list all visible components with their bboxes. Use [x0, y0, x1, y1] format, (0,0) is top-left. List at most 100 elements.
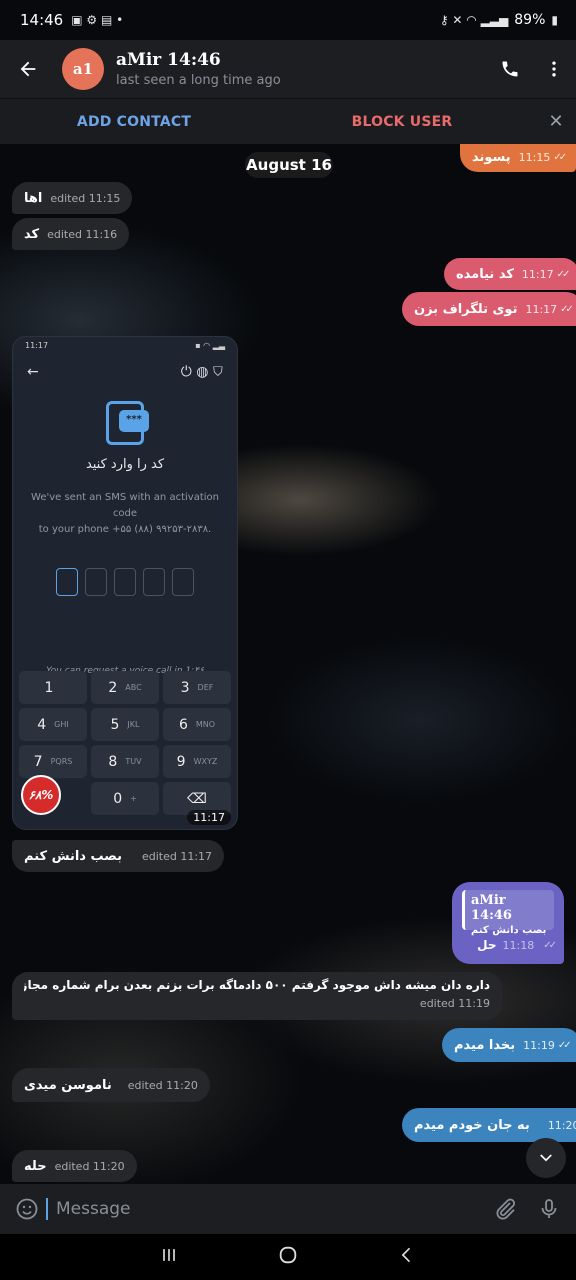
last-seen-status: last seen a long time ago: [116, 73, 281, 88]
key-letters: MNO: [195, 720, 216, 729]
keypad-key: 0 +: [91, 782, 159, 815]
key-digit: 3: [180, 679, 190, 696]
message-time: 11:15: [518, 150, 551, 164]
voice-record-button[interactable]: [534, 1194, 564, 1224]
message-time: 11:17: [525, 302, 558, 316]
battery-icon: ▮: [551, 13, 558, 27]
message-outgoing[interactable]: توی تلگراف بزن 11:17 ✓✓: [402, 292, 576, 326]
keypad-key: 4 GHI: [19, 708, 87, 741]
double-check-icon: ✓✓: [557, 1039, 572, 1051]
key-digit: 6: [178, 716, 188, 733]
key-digit: 1: [44, 679, 54, 696]
code-box: [143, 568, 165, 596]
key-letters: TUV: [125, 757, 142, 766]
sms-phone-icon: ***: [106, 401, 149, 445]
message-outgoing[interactable]: پسوند 11:15 ✓✓: [460, 144, 576, 172]
status-bar: 14:46 ▣ ⚙ ▤ • ⚷ ✕ ◠ ▂▃▅ 89% ▮: [0, 0, 576, 40]
add-contact-button[interactable]: ADD CONTACT: [0, 114, 268, 130]
double-check-icon: ✓✓: [553, 151, 567, 163]
image-status-icons: ▪ ◠ ▂▃: [195, 341, 225, 350]
chevron-down-icon: [540, 1154, 552, 1162]
avatar-initials: a1: [72, 60, 94, 78]
reply-quote[interactable]: aMir 14:46 بصب دانش کنم: [462, 890, 554, 936]
more-vertical-icon: [552, 61, 556, 77]
battery-level: 89%: [514, 12, 546, 28]
emoji-icon: [16, 1198, 38, 1220]
message-time: 11:18: [502, 938, 535, 952]
keypad-key: 7 PQRS: [19, 745, 87, 778]
message-text: ناموسن میدی: [24, 1077, 112, 1093]
recent-apps-button[interactable]: [159, 1245, 179, 1269]
code-box: [85, 568, 107, 596]
double-check-icon: ✓✓: [560, 303, 574, 315]
keypad-key: 1: [19, 671, 87, 704]
contact-action-bar: ADD CONTACT BLOCK USER ✕: [0, 98, 576, 144]
keypad-key: 5 JKL: [91, 708, 159, 741]
key-letters: PQRS: [50, 757, 73, 766]
key-digit: 7: [33, 753, 43, 770]
backspace-icon: ⌫: [187, 790, 207, 807]
call-button[interactable]: [488, 47, 532, 91]
image-description: We've sent an SMS with an activation cod…: [13, 490, 237, 538]
message-incoming[interactable]: اها edited 11:15: [12, 182, 133, 214]
signal-icons: ⚷ ✕ ◠ ▂▃▅: [439, 13, 509, 27]
back-button[interactable]: [2, 43, 54, 95]
phone-icon: [502, 61, 518, 77]
close-icon[interactable]: ✕: [536, 111, 576, 132]
message-text: پسوند: [472, 149, 511, 165]
message-outgoing-reply[interactable]: aMir 14:46 بصب دانش کنم حل 11:18 ✓✓: [452, 882, 564, 964]
more-menu-button[interactable]: [532, 47, 576, 91]
keypad-key: 6 MNO: [163, 708, 231, 741]
chat-title: aMir 14:46: [116, 50, 221, 70]
message-incoming[interactable]: بصب دانش کنم edited 11:17: [12, 840, 225, 872]
image-title: کد را وارد کنید: [85, 457, 165, 472]
key-digit: 2: [108, 679, 118, 696]
chat-header: a1 aMir 14:46 last seen a long time ago: [0, 40, 576, 98]
date-separator: August 16: [245, 152, 333, 178]
message-time: 11:19: [523, 1038, 555, 1052]
message-outgoing[interactable]: کد نیامده 11:17 ✓✓: [444, 258, 576, 290]
message-time: edited 11:16: [47, 227, 118, 241]
key-letters: GHI: [54, 720, 69, 729]
key-letters: JKL: [127, 720, 140, 729]
image-power-globe-shield-icons: ⏻ ◍ ⛉: [180, 364, 223, 380]
nav-back-button[interactable]: [397, 1245, 417, 1269]
message-time: edited 11:15: [50, 191, 121, 205]
image-time: 11:17: [187, 810, 231, 825]
emoji-button[interactable]: [12, 1194, 42, 1224]
image-desc-line: to your phone +۵۵ (۸۸) ۹۹۲۵۳-۲۸۳۸.: [38, 524, 212, 535]
avatar[interactable]: a1: [62, 48, 104, 90]
message-input[interactable]: [48, 1189, 490, 1229]
message-text: به جان خودم میدم: [414, 1117, 530, 1133]
double-check-icon: ✓✓: [543, 939, 557, 951]
message-time: edited 11:20: [54, 1159, 125, 1173]
reply-footer: حل 11:18 ✓✓: [462, 938, 557, 952]
chat-title-area[interactable]: aMir 14:46 last seen a long time ago: [116, 50, 488, 88]
message-list[interactable]: پسوند 11:15 ✓✓ August 16 اها edited 11:1…: [0, 144, 576, 1184]
message-incoming[interactable]: حله edited 11:20: [12, 1150, 137, 1182]
scroll-down-button[interactable]: [526, 1138, 566, 1178]
image-desc-line: We've sent an SMS with an activation cod…: [31, 492, 219, 519]
image-toolbar: ← ⏻ ◍ ⛉: [13, 355, 237, 389]
nav-back-icon: [401, 1247, 411, 1263]
message-text: کد نیامده: [456, 266, 514, 282]
home-button[interactable]: [277, 1244, 299, 1270]
message-time: edited 11:19: [419, 997, 490, 1010]
code-box: [172, 568, 194, 596]
message-incoming[interactable]: کد edited 11:16: [12, 218, 130, 250]
microphone-icon: [541, 1199, 557, 1218]
status-time: 14:46: [20, 11, 64, 29]
message-outgoing[interactable]: به جان خودم میدم 11:20 ✓✓: [402, 1108, 576, 1142]
attach-button[interactable]: [490, 1194, 520, 1224]
keypad-key: 3 DEF: [163, 671, 231, 704]
keypad-key: 9 WXYZ: [163, 745, 231, 778]
image-message[interactable]: 11:17 ▪ ◠ ▂▃ ← ⏻ ◍ ⛉ *** کد را وارد کنید…: [12, 336, 238, 830]
keypad-key: 2 ABC: [91, 671, 159, 704]
block-user-button[interactable]: BLOCK USER: [268, 114, 536, 130]
recent-apps-icon: [163, 1249, 175, 1261]
reply-author: aMir 14:46: [471, 893, 512, 923]
message-incoming[interactable]: ناموسن میدی edited 11:20: [12, 1068, 210, 1102]
system-nav-bar: [0, 1234, 576, 1280]
message-incoming[interactable]: داره دان میشه داش موجود گرفتم ۵۰۰ دادماگ…: [12, 972, 502, 1020]
message-outgoing[interactable]: بخدا میدم 11:19 ✓✓: [442, 1028, 576, 1062]
